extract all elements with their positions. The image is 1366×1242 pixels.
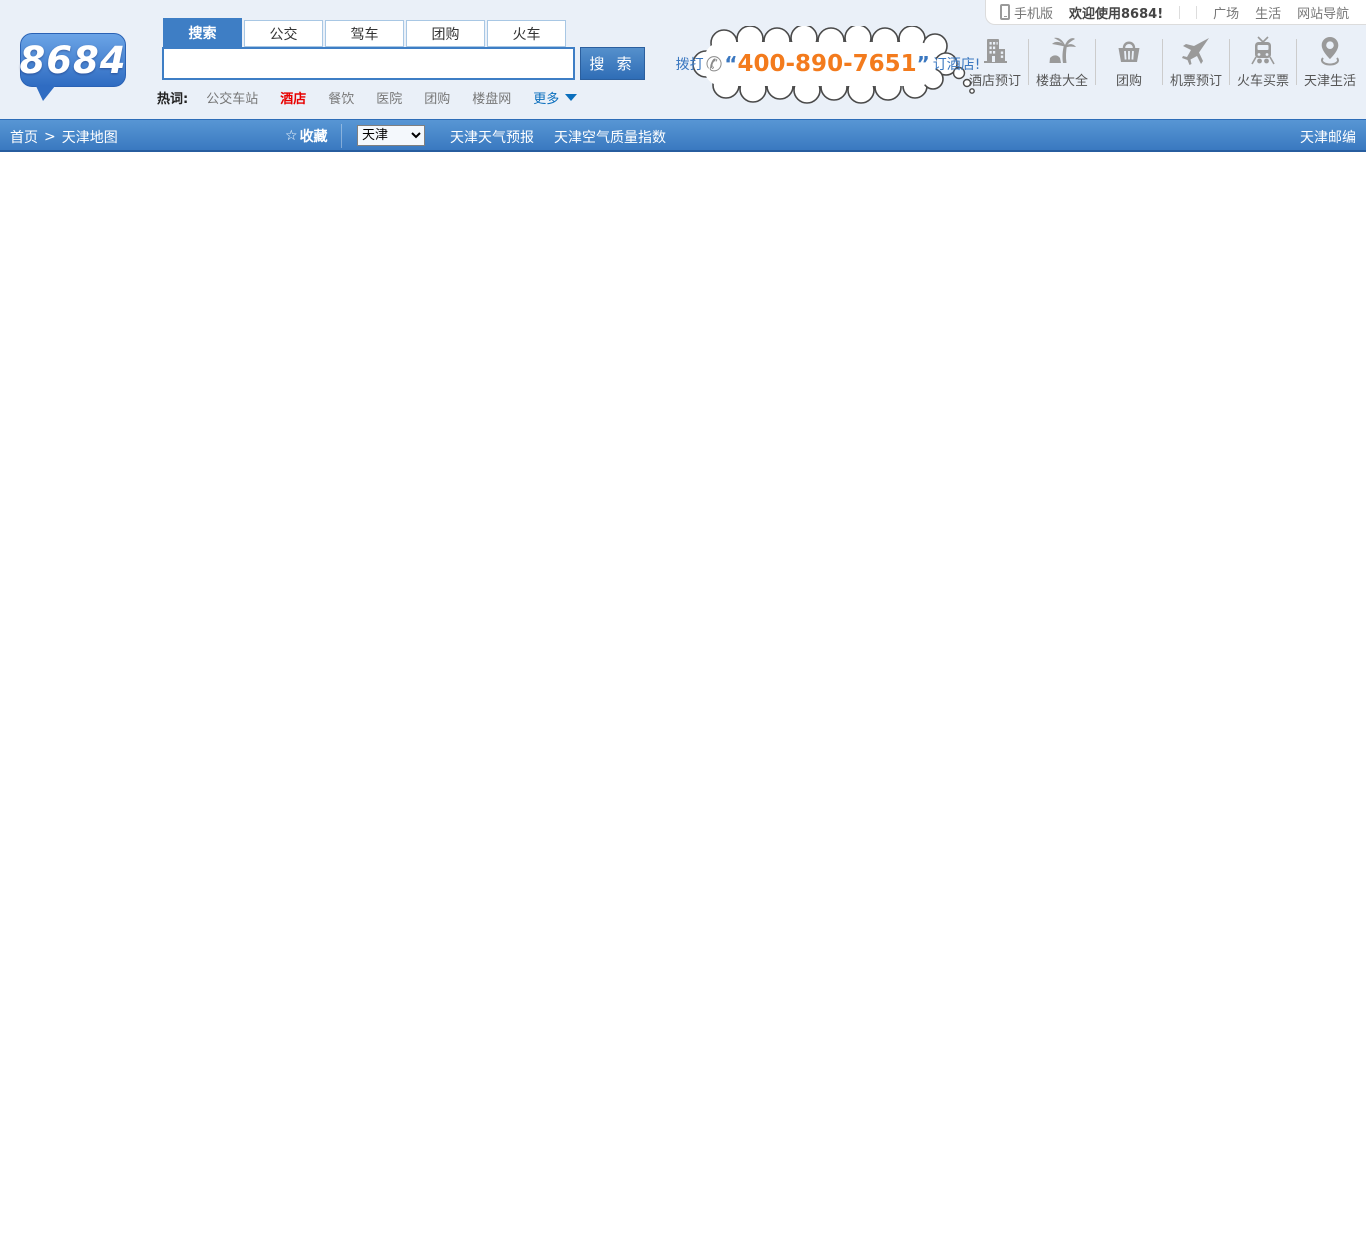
- train-icon: [1251, 35, 1275, 64]
- site-logo[interactable]: 8684: [20, 33, 126, 87]
- topbar-divider: [1179, 5, 1181, 19]
- search-tabs: 搜索 公交 驾车 团购 火车: [163, 18, 568, 47]
- service-hotel-booking[interactable]: 酒店预订: [962, 36, 1028, 89]
- utility-topbar: 手机版 欢迎使用8684! 广场 生活 网站导航: [985, 0, 1366, 25]
- star-icon: ☆: [285, 128, 298, 144]
- hotword-realestate[interactable]: 楼盘网: [472, 88, 511, 107]
- hotword-hospital[interactable]: 医院: [376, 88, 402, 107]
- service-label: 机票预订: [1169, 73, 1222, 89]
- logo-text: 8684: [19, 38, 127, 82]
- service-train-tickets[interactable]: 火车买票: [1230, 35, 1296, 89]
- service-flight-tickets[interactable]: 机票预订: [1163, 36, 1229, 89]
- breadcrumb-current: 天津地图: [61, 130, 118, 146]
- city-select[interactable]: 天津: [357, 125, 425, 146]
- handset-icon: ✆: [705, 52, 723, 76]
- navbar-links: 天津天气预报 天津空气质量指数: [450, 127, 666, 147]
- chevron-down-icon[interactable]: [565, 94, 578, 101]
- service-tianjin-life[interactable]: 天津生活: [1297, 36, 1363, 89]
- topbar-link-sitenav[interactable]: 网站导航: [1297, 3, 1349, 22]
- promo-phone-number: 400-890-7651: [737, 51, 917, 77]
- hotel-phone-promo[interactable]: 拨打 ✆ “ 400-890-7651 ” 订酒店!: [676, 26, 982, 104]
- tab-groupbuy[interactable]: 团购: [406, 20, 485, 47]
- hotword-groupbuy[interactable]: 团购: [424, 88, 450, 107]
- hotword-more[interactable]: 更多: [533, 88, 559, 107]
- pin-icon: [1320, 36, 1340, 66]
- hotword-food[interactable]: 餐饮: [328, 88, 354, 107]
- basket-icon: [1118, 41, 1140, 62]
- mobile-version-label: 手机版: [1014, 6, 1054, 22]
- topbar-divider: [1196, 5, 1198, 19]
- service-groupbuy[interactable]: 团购: [1096, 36, 1162, 89]
- topbar-link-life[interactable]: 生活: [1255, 3, 1281, 22]
- service-label: 火车买票: [1236, 73, 1289, 89]
- smartphone-icon: [1000, 4, 1010, 20]
- favorite-button[interactable]: ☆ 收藏: [285, 126, 328, 146]
- tab-bus[interactable]: 公交: [244, 20, 323, 47]
- promo-text: 拨打 ✆ “ 400-890-7651 ” 订酒店!: [676, 48, 981, 80]
- hotwords-label: 热词:: [157, 92, 189, 107]
- plane-icon: [1182, 37, 1209, 65]
- postcode-link[interactable]: 天津邮编: [1300, 127, 1356, 147]
- air-quality-link[interactable]: 天津空气质量指数: [554, 127, 666, 147]
- tab-drive[interactable]: 驾车: [325, 20, 404, 47]
- page: 8684 手机版 欢迎使用8684! 广场 生活 网站导航 搜索 公交 驾车 团…: [0, 0, 1366, 1242]
- service-shortcuts: 酒店预订 楼盘大全 团购 机票预订 火车买票 天津生活: [962, 34, 1364, 90]
- service-label: 天津生活: [1303, 73, 1356, 89]
- mobile-version-link[interactable]: 手机版: [1000, 3, 1053, 22]
- promo-prefix: 拨打: [675, 57, 704, 73]
- topbar-link-plaza[interactable]: 广场: [1213, 3, 1239, 22]
- navbar-divider: [341, 124, 342, 148]
- tab-search[interactable]: 搜索: [163, 18, 242, 47]
- search-button[interactable]: 搜 索: [580, 47, 645, 80]
- hotwords-row: 热词: 公交车站 酒店 餐饮 医院 团购 楼盘网 更多: [157, 88, 578, 107]
- promo-quote-open: “: [724, 52, 738, 76]
- search-input[interactable]: [162, 47, 575, 80]
- hotword-hotel[interactable]: 酒店: [280, 88, 306, 107]
- breadcrumb-home-link[interactable]: 首页: [10, 127, 38, 147]
- breadcrumb-separator: >: [44, 129, 56, 145]
- favorite-label: 收藏: [299, 129, 328, 145]
- promo-quote-close: ”: [916, 52, 930, 76]
- logo-bubble-tail: [36, 86, 55, 101]
- tab-train[interactable]: 火车: [487, 20, 566, 47]
- hotword-busstop[interactable]: 公交车站: [206, 88, 258, 107]
- welcome-text: 欢迎使用8684!: [1069, 6, 1164, 22]
- hotel-icon: [984, 38, 1007, 63]
- service-label: 团购: [1115, 73, 1142, 89]
- main-content-empty: [0, 154, 1366, 1242]
- site-header: 8684 手机版 欢迎使用8684! 广场 生活 网站导航 搜索 公交 驾车 团…: [0, 0, 1366, 119]
- service-label: 楼盘大全: [1035, 73, 1088, 89]
- service-real-estate[interactable]: 楼盘大全: [1029, 36, 1095, 89]
- weather-forecast-link[interactable]: 天津天气预报: [450, 127, 534, 147]
- breadcrumb: 首页 > 天津地图: [10, 127, 118, 147]
- palm-icon: [1049, 37, 1076, 63]
- navbar: 首页 > 天津地图 ☆ 收藏 天津 天津天气预报 天津空气质量指数 天津邮编: [0, 119, 1366, 152]
- service-label: 酒店预订: [968, 73, 1021, 89]
